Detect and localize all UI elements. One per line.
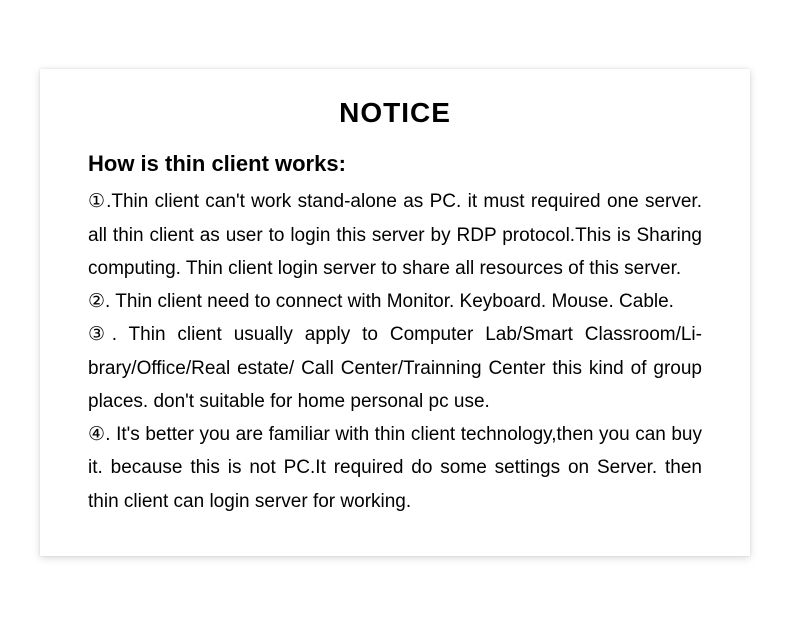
notice-item-1: ①.Thin client can't work stand-alone as …: [88, 185, 702, 285]
notice-item-1-text: .Thin client can't work stand-alone as P…: [88, 191, 702, 279]
circled-number-3-icon: ③: [88, 324, 112, 345]
notice-title: NOTICE: [88, 97, 702, 129]
circled-number-4-icon: ④: [88, 424, 105, 445]
notice-item-4: ④. It's better you are familiar with thi…: [88, 418, 702, 518]
notice-subtitle: How is thin client works:: [88, 151, 702, 177]
notice-item-2: ②. Thin client need to connect with Moni…: [88, 285, 702, 318]
notice-item-4-text: . It's better you are familiar with thin…: [88, 424, 702, 512]
notice-item-3: ③. Thin client usually apply to Computer…: [88, 318, 702, 418]
circled-number-1-icon: ①: [88, 191, 106, 212]
circled-number-2-icon: ②: [88, 291, 105, 312]
notice-item-2-text: . Thin client need to connect with Monit…: [105, 291, 674, 312]
notice-item-3-text: . Thin client usually apply to Computer …: [88, 324, 702, 412]
notice-card: NOTICE How is thin client works: ①.Thin …: [40, 69, 750, 556]
